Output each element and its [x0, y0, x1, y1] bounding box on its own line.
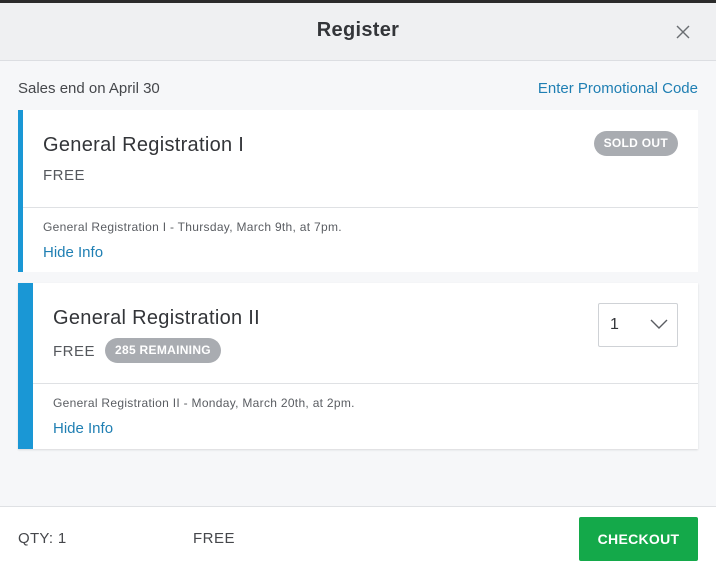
chevron-down-icon: [650, 318, 668, 330]
ticket-description: General Registration I - Thursday, March…: [43, 220, 342, 234]
ticket-card-header: General Registration II FREE 285 REMAINI…: [33, 283, 698, 384]
modal-title: Register: [316, 19, 400, 41]
hide-info-link[interactable]: Hide Info: [53, 420, 113, 437]
remaining-badge: 285 REMAINING: [105, 338, 221, 363]
footer-quantity: QTY: 1: [18, 530, 67, 547]
ticket-card-general-registration-ii: General Registration II FREE 285 REMAINI…: [18, 283, 698, 449]
close-button[interactable]: [671, 20, 695, 44]
ticket-card-header: General Registration I FREE SOLD OUT: [23, 110, 698, 208]
sold-out-badge: SOLD OUT: [593, 131, 678, 156]
modal-footer: QTY: 1 FREE CHECKOUT: [0, 506, 716, 568]
ticket-price: FREE: [43, 167, 86, 184]
quantity-value: 1: [610, 316, 619, 333]
ticket-price: FREE: [53, 343, 96, 360]
modal-header: Register: [0, 3, 716, 61]
footer-total: FREE: [193, 530, 236, 547]
ticket-card-general-registration-i: General Registration I FREE SOLD OUT Gen…: [18, 110, 698, 272]
close-icon: [676, 25, 690, 39]
hide-info-link[interactable]: Hide Info: [43, 244, 103, 261]
quantity-select[interactable]: 1: [598, 303, 678, 347]
ticket-name: General Registration II: [53, 307, 260, 329]
ticket-name: General Registration I: [43, 134, 245, 156]
checkout-button[interactable]: CHECKOUT: [579, 517, 698, 561]
promo-code-link[interactable]: Enter Promotional Code: [538, 80, 698, 97]
ticket-description: General Registration II - Monday, March …: [53, 396, 355, 410]
sales-end-text: Sales end on April 30: [18, 80, 160, 97]
